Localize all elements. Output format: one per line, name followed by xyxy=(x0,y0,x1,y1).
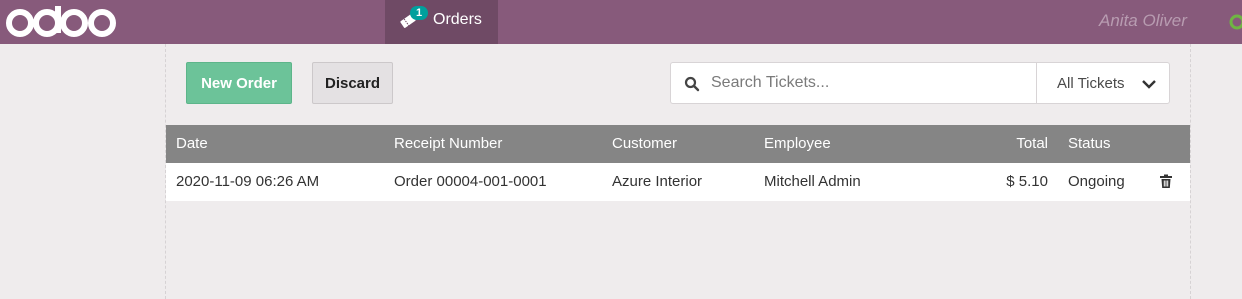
column-header-total[interactable]: Total xyxy=(1016,135,1048,152)
column-header-employee[interactable]: Employee xyxy=(764,135,831,152)
cell-receipt-number: Order 00004-001-0001 xyxy=(394,173,547,190)
orders-table-header: Date Receipt Number Customer Employee To… xyxy=(166,125,1190,163)
connection-status-icon[interactable] xyxy=(1228,13,1242,36)
discard-button[interactable]: Discard xyxy=(312,62,393,104)
trash-icon[interactable] xyxy=(1159,174,1173,193)
cell-total: $ 5.10 xyxy=(1006,173,1048,190)
column-header-status[interactable]: Status xyxy=(1068,135,1111,152)
cell-customer: Azure Interior xyxy=(612,173,703,190)
user-name[interactable]: Anita Oliver xyxy=(1099,11,1187,31)
column-header-customer[interactable]: Customer xyxy=(612,135,677,152)
filter-selected-value: All Tickets xyxy=(1057,75,1125,92)
cell-date: 2020-11-09 06:26 AM xyxy=(176,173,320,190)
search-placeholder: Search Tickets... xyxy=(711,74,830,91)
search-icon xyxy=(684,76,700,97)
column-header-date[interactable]: Date xyxy=(176,135,208,152)
cell-employee: Mitchell Admin xyxy=(764,173,861,190)
orders-tab[interactable]: 1 Orders xyxy=(385,0,498,44)
orders-count-badge: 1 xyxy=(410,6,428,20)
content-divider-right xyxy=(1190,44,1191,299)
chevron-down-icon xyxy=(1141,77,1157,96)
table-row[interactable]: 2020-11-09 06:26 AM Order 00004-001-0001… xyxy=(166,163,1190,201)
top-navbar: 1 Orders Anita Oliver xyxy=(0,0,1242,44)
odoo-logo[interactable] xyxy=(4,4,118,43)
cell-status: Ongoing xyxy=(1068,173,1125,190)
column-header-receipt-number[interactable]: Receipt Number xyxy=(394,135,502,152)
new-order-button[interactable]: New Order xyxy=(186,62,292,104)
orders-tab-label: Orders xyxy=(433,11,482,28)
search-tickets-input[interactable]: Search Tickets... xyxy=(670,62,1037,104)
ticket-filter-select[interactable]: All Tickets xyxy=(1036,62,1170,104)
